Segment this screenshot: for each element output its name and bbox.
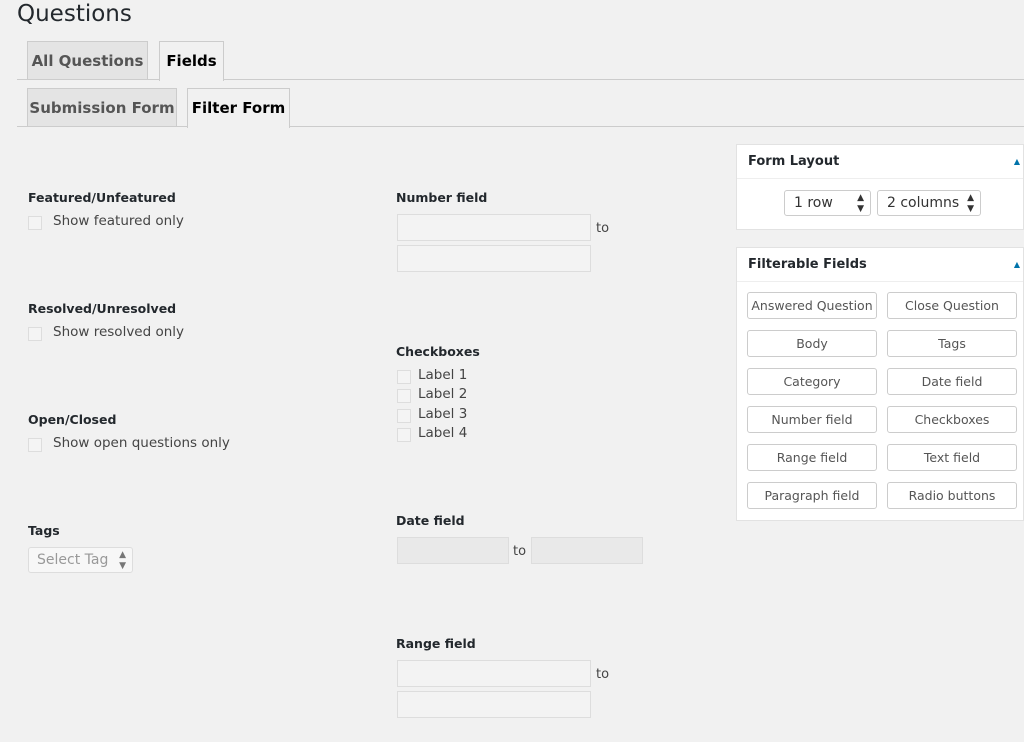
checkbox-4[interactable] bbox=[397, 428, 411, 442]
date-to-label: to bbox=[513, 544, 527, 559]
collapse-arrow-icon[interactable]: ▲ bbox=[1014, 145, 1020, 178]
rows-select[interactable]: 1 row ▲ ▼ bbox=[784, 190, 871, 216]
form-layout-header[interactable]: Form Layout ▲ bbox=[737, 145, 1023, 179]
form-layout-title: Form Layout bbox=[748, 154, 840, 169]
checkbox-2-label: Label 2 bbox=[418, 386, 468, 402]
range-field-label: Range field bbox=[396, 636, 476, 651]
rows-select-value: 1 row bbox=[794, 195, 833, 211]
date-to-input[interactable] bbox=[531, 537, 643, 564]
checkbox-1[interactable] bbox=[397, 370, 411, 384]
range-to-input[interactable] bbox=[397, 691, 591, 718]
checkboxes-label: Checkboxes bbox=[396, 344, 480, 359]
featured-label: Featured/Unfeatured bbox=[28, 190, 176, 205]
filterable-fields-header[interactable]: Filterable Fields ▲ bbox=[737, 248, 1023, 282]
tag-select[interactable]: Select Tag ▲ ▼ bbox=[28, 547, 133, 573]
field-button-close-question[interactable]: Close Question bbox=[887, 292, 1017, 319]
field-button-body[interactable]: Body bbox=[747, 330, 877, 357]
form-layout-panel: Form Layout ▲ 1 row ▲ ▼ 2 columns ▲ ▼ bbox=[736, 144, 1024, 230]
columns-select-value: 2 columns bbox=[887, 195, 960, 211]
resolved-option-label: Show resolved only bbox=[53, 324, 185, 340]
collapse-arrow-icon[interactable]: ▲ bbox=[1014, 248, 1020, 281]
field-button-checkboxes[interactable]: Checkboxes bbox=[887, 406, 1017, 433]
tab-all-questions[interactable]: All Questions bbox=[27, 41, 148, 79]
open-checkbox[interactable] bbox=[28, 438, 42, 452]
field-button-number-field[interactable]: Number field bbox=[747, 406, 877, 433]
number-to-label: to bbox=[596, 221, 610, 236]
resolved-label: Resolved/Unresolved bbox=[28, 301, 177, 316]
featured-checkbox[interactable] bbox=[28, 216, 42, 230]
field-button-text-field[interactable]: Text field bbox=[887, 444, 1017, 471]
number-to-input[interactable] bbox=[397, 245, 591, 272]
checkbox-3-label: Label 3 bbox=[418, 406, 468, 422]
featured-option-label: Show featured only bbox=[53, 213, 184, 229]
range-from-input[interactable] bbox=[397, 660, 591, 687]
checkbox-2[interactable] bbox=[397, 389, 411, 403]
field-button-category[interactable]: Category bbox=[747, 368, 877, 395]
tab-submission-form[interactable]: Submission Form bbox=[27, 88, 177, 126]
number-field-label: Number field bbox=[396, 190, 488, 205]
tags-label: Tags bbox=[28, 523, 60, 538]
checkbox-1-label: Label 1 bbox=[418, 367, 468, 383]
number-from-input[interactable] bbox=[397, 214, 591, 241]
resolved-checkbox[interactable] bbox=[28, 327, 42, 341]
checkbox-4-label: Label 4 bbox=[418, 425, 468, 441]
field-button-range-field[interactable]: Range field bbox=[747, 444, 877, 471]
range-to-label: to bbox=[596, 667, 610, 682]
select-arrows-icon: ▲ ▼ bbox=[857, 193, 864, 214]
checkbox-3[interactable] bbox=[397, 409, 411, 423]
tab-filter-form[interactable]: Filter Form bbox=[187, 88, 290, 128]
select-arrows-icon: ▲ ▼ bbox=[119, 550, 126, 571]
tab-fields[interactable]: Fields bbox=[159, 41, 224, 81]
open-option-label: Show open questions only bbox=[53, 435, 230, 451]
columns-select[interactable]: 2 columns ▲ ▼ bbox=[877, 190, 981, 216]
field-button-tags[interactable]: Tags bbox=[887, 330, 1017, 357]
filterable-fields-title: Filterable Fields bbox=[748, 257, 867, 272]
field-button-date-field[interactable]: Date field bbox=[887, 368, 1017, 395]
field-button-radio-buttons[interactable]: Radio buttons bbox=[887, 482, 1017, 509]
filterable-fields-panel: Filterable Fields ▲ Answered Question Cl… bbox=[736, 247, 1024, 521]
tag-select-value: Select Tag bbox=[37, 552, 109, 568]
date-field-label: Date field bbox=[396, 513, 465, 528]
field-button-paragraph-field[interactable]: Paragraph field bbox=[747, 482, 877, 509]
open-closed-label: Open/Closed bbox=[28, 412, 117, 427]
field-button-answered-question[interactable]: Answered Question bbox=[747, 292, 877, 319]
date-from-input[interactable] bbox=[397, 537, 509, 564]
select-arrows-icon: ▲ ▼ bbox=[967, 193, 974, 214]
page-title: Questions bbox=[17, 1, 132, 27]
